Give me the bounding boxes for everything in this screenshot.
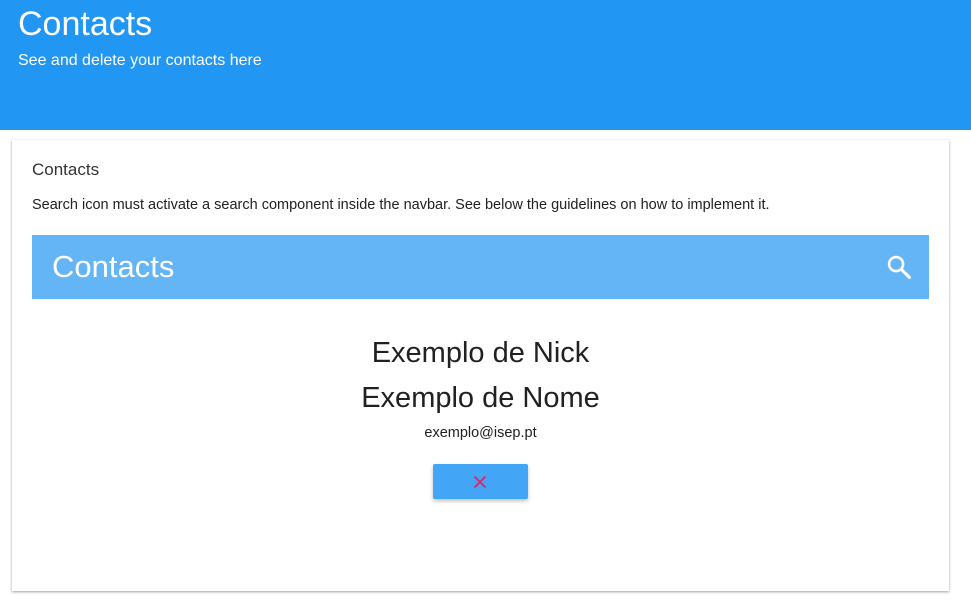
navbar-title: Contacts (52, 249, 175, 284)
close-icon (474, 476, 486, 488)
card-title: Contacts (32, 160, 100, 179)
contacts-card: Contacts Search icon must activate a sea… (12, 140, 949, 591)
card-description: Search icon must activate a search compo… (32, 197, 770, 213)
contacts-navbar: Contacts (32, 235, 929, 299)
contact-name: Exemplo de Nome (361, 382, 600, 414)
delete-contact-button[interactable] (433, 464, 528, 499)
page-header: Contacts See and delete your contacts he… (0, 0, 971, 130)
page-subtitle: See and delete your contacts here (18, 52, 262, 69)
page-title: Contacts (18, 5, 153, 43)
search-icon-glyph (887, 255, 912, 280)
contact-email: exemplo@isep.pt (424, 425, 537, 441)
contact-nick: Exemplo de Nick (371, 337, 590, 369)
search-icon[interactable] (885, 253, 913, 281)
